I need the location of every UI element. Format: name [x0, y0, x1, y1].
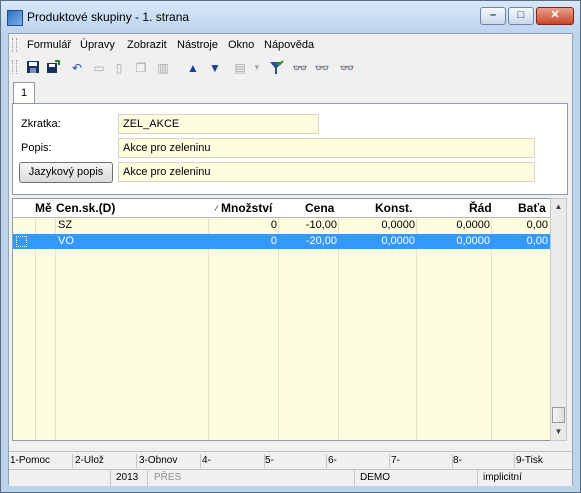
menu-upravy[interactable]: Úpravy	[80, 39, 115, 51]
row-bata: 0,00	[526, 219, 548, 231]
zkratka-label: Zkratka:	[21, 118, 61, 130]
data-grid: Mě Cen.sk.(D) ⁄ Množství Cena Konst. Řád…	[12, 198, 551, 441]
header-bata[interactable]: Baťa	[518, 201, 546, 215]
close-button[interactable]: ✕	[536, 7, 574, 25]
status-divider	[477, 470, 478, 486]
header-me[interactable]: Mě	[35, 201, 52, 215]
row-mnozstvi: 0	[270, 219, 277, 231]
title-bar[interactable]: Produktové skupiny - 1. strana – □ ✕	[1, 1, 580, 33]
arrow-down-icon[interactable]: ▼	[207, 60, 223, 76]
fkey-2[interactable]: 2-Ulož	[75, 454, 137, 468]
minimize-button[interactable]: –	[480, 7, 506, 25]
fkey-6[interactable]: 6-	[328, 454, 390, 468]
app-icon	[7, 10, 23, 26]
form-panel: Zkratka: ZEL_AKCE Popis: Akce pro zeleni…	[12, 103, 568, 195]
tab-1[interactable]: 1	[13, 82, 35, 104]
fkey-8[interactable]: 8-	[453, 454, 515, 468]
row-bata: 0,00	[526, 235, 548, 247]
row-konst: 0,0000	[381, 235, 415, 247]
popis-field[interactable]: Akce pro zeleninu	[118, 138, 535, 158]
toolbar-grip-icon[interactable]	[12, 60, 17, 74]
book-icon[interactable]: ▥	[155, 60, 171, 76]
status-setting: implicitní	[483, 472, 522, 483]
fkey-9[interactable]: 9-Tisk	[516, 454, 572, 468]
jazykovy-popis-field[interactable]: Akce pro zeleninu	[118, 162, 535, 182]
vertical-scrollbar[interactable]: ▲ ▼	[550, 198, 567, 441]
header-cena[interactable]: Cena	[305, 201, 334, 215]
row-rad: 0,0000	[456, 219, 490, 231]
menu-bar: Formulář Úpravy Zobrazit Nástroje Okno N…	[9, 34, 572, 57]
row-rad: 0,0000	[456, 235, 490, 247]
save-icon[interactable]	[25, 60, 41, 76]
print-icon[interactable]: ▤	[232, 60, 248, 76]
maximize-icon: □	[517, 9, 525, 21]
scroll-down-icon[interactable]: ▼	[551, 424, 566, 440]
status-bar: 2013 PŘES DEMO implicitní	[9, 469, 572, 486]
fkey-1[interactable]: 1-Pomoc	[10, 454, 73, 468]
header-rad[interactable]: Řád	[469, 201, 492, 215]
table-row[interactable]: SZ 0 -10,00 0,0000 0,0000 0,00	[13, 218, 550, 233]
dropdown-icon[interactable]: ▼	[249, 60, 265, 76]
status-mode: PŘES	[154, 472, 182, 483]
row-konst: 0,0000	[381, 219, 415, 231]
header-mnozstvi[interactable]: Množství	[221, 201, 272, 215]
row-focus-indicator	[16, 236, 27, 247]
row-mnozstvi: 0	[270, 235, 277, 247]
tab-strip: 1	[9, 80, 572, 104]
binoculars-all-icon[interactable]: 👓	[339, 60, 355, 76]
fkey-3[interactable]: 3-Obnov	[139, 454, 201, 468]
fkey-4[interactable]: 4-	[202, 454, 265, 468]
header-konst[interactable]: Konst.	[375, 201, 412, 215]
status-divider	[110, 470, 111, 486]
save-close-icon[interactable]	[45, 60, 61, 76]
maximize-button[interactable]: □	[508, 7, 534, 25]
close-icon: ✕	[550, 9, 560, 21]
toolbar: ↶ ▭ ▯ ❐ ▥ ▲ ▼ ▤ ▼ 👓 👓 👓	[9, 56, 572, 81]
grid-header: Mě Cen.sk.(D) ⁄ Množství Cena Konst. Řád…	[13, 199, 550, 218]
status-year: 2013	[116, 472, 139, 483]
sort-indicator-icon: ⁄	[216, 204, 218, 213]
row-cen-sk: SZ	[58, 219, 73, 231]
binoculars-icon[interactable]: 👓	[292, 60, 308, 76]
main-window: Produktové skupiny - 1. strana – □ ✕ For…	[0, 0, 581, 493]
fkey-5[interactable]: 5-	[265, 454, 327, 468]
scroll-up-icon[interactable]: ▲	[551, 199, 566, 215]
minimize-icon: –	[489, 9, 497, 21]
table-row-selected[interactable]: VO 0 -20,00 0,0000 0,0000 0,00	[13, 234, 550, 249]
menu-zobrazit[interactable]: Zobrazit	[127, 39, 167, 51]
menu-napoveda[interactable]: Nápověda	[264, 39, 314, 51]
row-cen-sk: VO	[58, 235, 74, 247]
client-area: Formulář Úpravy Zobrazit Nástroje Okno N…	[8, 33, 573, 486]
binoculars-next-icon[interactable]: 👓	[314, 60, 330, 76]
header-cen-sk[interactable]: Cen.sk.(D)	[56, 201, 115, 215]
window-title: Produktové skupiny - 1. strana	[27, 10, 190, 24]
status-divider	[147, 470, 148, 486]
menu-formular[interactable]: Formulář	[27, 39, 71, 51]
undo-icon[interactable]: ↶	[69, 60, 85, 76]
menu-okno[interactable]: Okno	[228, 39, 254, 51]
open-folder-icon[interactable]: ▭	[91, 60, 107, 76]
new-document-icon[interactable]: ▯	[111, 60, 127, 76]
jazykovy-popis-button[interactable]: Jazykový popis	[19, 162, 113, 183]
row-cena: -10,00	[305, 219, 337, 231]
status-company: DEMO	[360, 472, 390, 483]
popis-label: Popis:	[21, 142, 52, 154]
menu-grip-icon[interactable]	[12, 38, 17, 52]
copy-icon[interactable]: ❐	[133, 60, 149, 76]
arrow-up-icon[interactable]: ▲	[185, 60, 201, 76]
row-cena: -20,00	[305, 235, 337, 247]
scroll-thumb[interactable]	[552, 407, 565, 423]
zkratka-field[interactable]: ZEL_AKCE	[118, 114, 319, 134]
fkey-7[interactable]: 7-	[391, 454, 453, 468]
menu-nastroje[interactable]: Nástroje	[177, 39, 218, 51]
function-key-bar: 1-Pomoc 2-Ulož 3-Obnov 4- 5- 6- 7- 8- 9-…	[9, 451, 572, 469]
status-divider	[354, 470, 355, 486]
filter-icon[interactable]	[268, 60, 284, 76]
